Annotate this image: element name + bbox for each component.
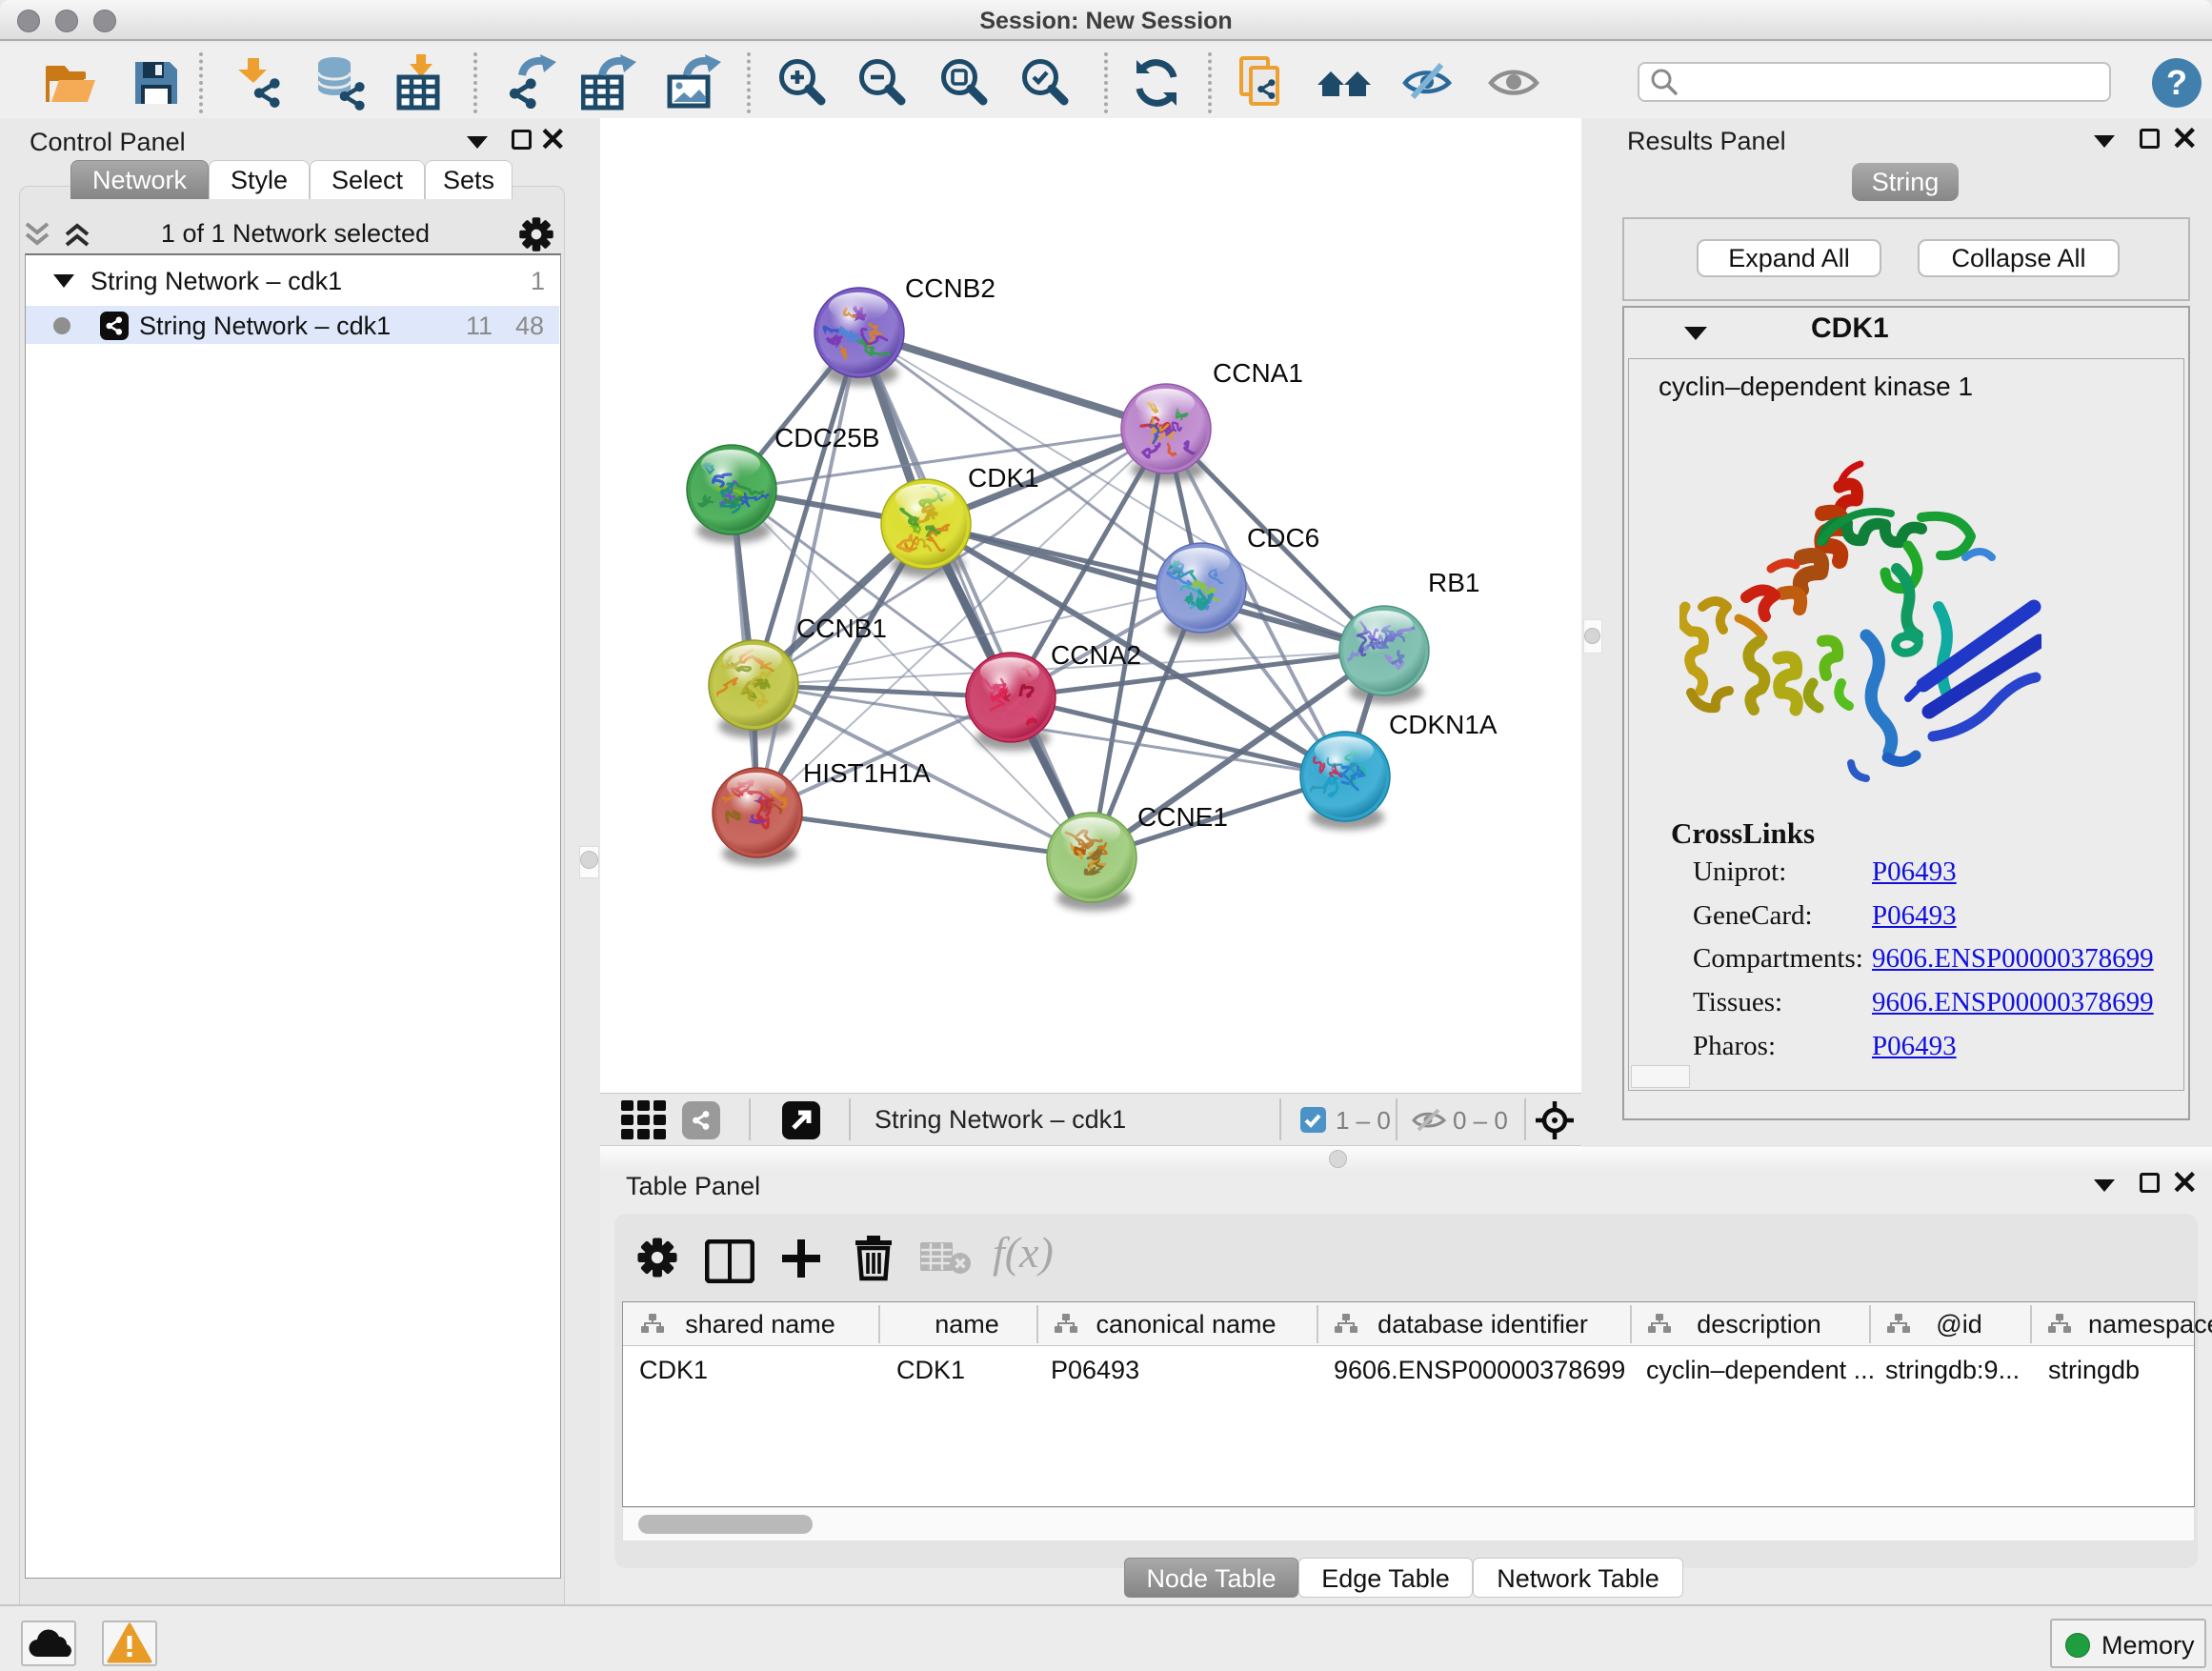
svg-text:CCNA1: CCNA1 — [1213, 358, 1303, 388]
svg-text:CCNE1: CCNE1 — [1137, 802, 1228, 832]
svg-text:CCNB1: CCNB1 — [796, 614, 887, 643]
svg-text:CCNB2: CCNB2 — [905, 273, 995, 303]
svg-text:CDC6: CDC6 — [1247, 523, 1319, 553]
svg-text:CCNA2: CCNA2 — [1051, 640, 1141, 670]
svg-text:CDC25B: CDC25B — [774, 423, 879, 453]
svg-text:?: ? — [2166, 63, 2187, 102]
svg-text:CDK1: CDK1 — [968, 463, 1039, 493]
svg-text:CDKN1A: CDKN1A — [1389, 710, 1498, 739]
svg-text:HIST1H1A: HIST1H1A — [803, 758, 931, 788]
svg-text:RB1: RB1 — [1428, 568, 1479, 597]
